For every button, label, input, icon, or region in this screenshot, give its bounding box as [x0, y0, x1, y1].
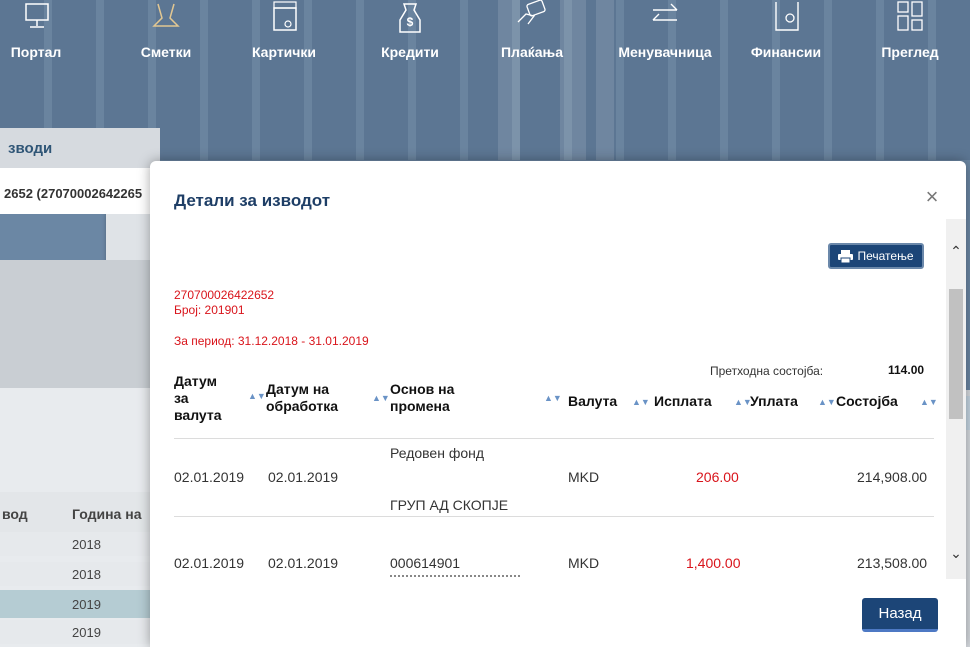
cell-debit: 206.00: [696, 469, 739, 485]
cell-debit: 1,400.00: [686, 555, 741, 571]
col-header-value-date[interactable]: Датум за валута: [174, 373, 234, 424]
modal-scrollbar[interactable]: ⌃ ⌄: [946, 219, 966, 579]
exchange-icon: [600, 0, 730, 40]
col-header-balance[interactable]: Состојба: [836, 393, 898, 410]
year-cell: 2018: [72, 567, 101, 582]
statements-panel: [0, 260, 160, 647]
nav-item-label: Менувачница: [618, 44, 712, 60]
year-cell: 2019: [72, 625, 101, 640]
table-header: вод Година на: [0, 492, 160, 532]
scroll-down-icon[interactable]: ⌄: [946, 545, 966, 562]
divider: [174, 438, 934, 439]
nav-item-overview[interactable]: Преглед: [860, 0, 960, 70]
table-row-selected[interactable]: 2019: [0, 590, 160, 618]
nav-item-finances[interactable]: Финансии: [736, 0, 836, 70]
year-cell: 2018: [72, 537, 101, 552]
col-header-year[interactable]: Година на: [72, 506, 141, 522]
wallet-icon: [234, 0, 334, 40]
nav-item-label: Сметки: [140, 44, 192, 60]
cell-basis-line2: ГРУП АД СКОПЈЕ: [390, 497, 509, 513]
cell-currency: MKD: [568, 469, 600, 485]
sort-icon[interactable]: ▲▼: [920, 397, 938, 407]
sort-icon[interactable]: ▲▼: [632, 397, 650, 407]
nav-item-label: Преглед: [881, 44, 939, 60]
nav-item-label: Портал: [10, 44, 62, 60]
print-button-label: Печатење: [857, 249, 914, 263]
cell-value-date: 02.01.2019: [174, 469, 245, 485]
panel-header-area: [0, 260, 160, 388]
monitor-icon: [0, 0, 86, 40]
sort-icon[interactable]: ▲▼: [372, 393, 390, 403]
scroll-up-icon[interactable]: ⌃: [946, 243, 966, 260]
col-header-processing-date[interactable]: Датум на обработка: [266, 381, 376, 415]
cell-processing-date: 02.01.2019: [268, 469, 339, 485]
col-header-debit[interactable]: Исплата: [654, 393, 712, 410]
nav-item-label: Плаќања: [500, 44, 563, 60]
sort-icon[interactable]: ▲▼: [248, 391, 266, 401]
printer-icon: [838, 249, 854, 263]
year-cell: 2019: [72, 597, 101, 612]
statement-details-modal: Детали за изводот × ⌃ ⌄ Печатење 2707000…: [150, 161, 966, 647]
account-selector[interactable]: 2652 (27070002642265: [0, 168, 160, 214]
users-icon: [116, 0, 216, 40]
svg-text:$: $: [407, 15, 414, 29]
nav-item-portal[interactable]: Портал: [0, 0, 86, 70]
nav-item-exchange[interactable]: Менувачница: [600, 0, 730, 70]
previous-balance-label: Претходна состојба:: [710, 364, 824, 378]
account-number: 270700026422652: [174, 288, 275, 302]
cell-value-date: 02.01.2019: [174, 555, 245, 571]
print-button[interactable]: Печатење: [828, 243, 924, 269]
cell-basis: Редовен фонд: [390, 445, 485, 461]
sort-icon[interactable]: ▲▼: [818, 397, 836, 407]
scrollbar-thumb[interactable]: [949, 289, 963, 419]
col-header-basis[interactable]: Основ на промена: [390, 381, 500, 415]
money-bag-icon: $: [360, 0, 460, 40]
nav-item-label: Финансии: [750, 44, 822, 60]
clipped-row-text: [390, 575, 520, 579]
close-icon[interactable]: ×: [920, 185, 944, 209]
nav-item-label: Картички: [251, 44, 317, 60]
cell-balance: 214,908.00: [857, 469, 928, 485]
col-header-statement[interactable]: вод: [2, 506, 28, 522]
nav-item-accounts[interactable]: Сметки: [116, 0, 216, 70]
nav-item-cards[interactable]: Картички: [234, 0, 334, 70]
nav-item-loans[interactable]: $ Кредити: [360, 0, 460, 70]
cell-currency: MKD: [568, 555, 600, 571]
card-hand-icon: [482, 0, 582, 40]
table-row[interactable]: 2019: [0, 620, 160, 644]
cell-processing-date: 02.01.2019: [268, 555, 339, 571]
nav-item-label: Кредити: [381, 44, 439, 60]
safe-icon: [736, 0, 836, 40]
col-header-credit[interactable]: Уплата: [750, 393, 798, 410]
modal-title: Детали за изводот: [174, 191, 331, 210]
col-header-currency[interactable]: Валута: [568, 393, 617, 410]
table-row[interactable]: 2018: [0, 532, 160, 556]
statement-number: Број: 201901: [174, 303, 245, 317]
cell-balance: 213,508.00: [857, 555, 928, 571]
section-title: зводи: [0, 128, 160, 168]
table-row[interactable]: 2018: [0, 562, 160, 586]
divider: [174, 516, 934, 517]
previous-balance-value: 114.00: [888, 363, 925, 377]
back-button[interactable]: Назад: [862, 598, 938, 632]
period-label: За период: 31.12.2018 - 31.01.2019: [174, 334, 369, 348]
nav-item-payments[interactable]: Плаќања: [482, 0, 582, 70]
cell-basis: 000614901: [390, 555, 461, 571]
sort-icon[interactable]: ▲▼: [544, 393, 562, 403]
dashboard-icon: [860, 0, 960, 40]
